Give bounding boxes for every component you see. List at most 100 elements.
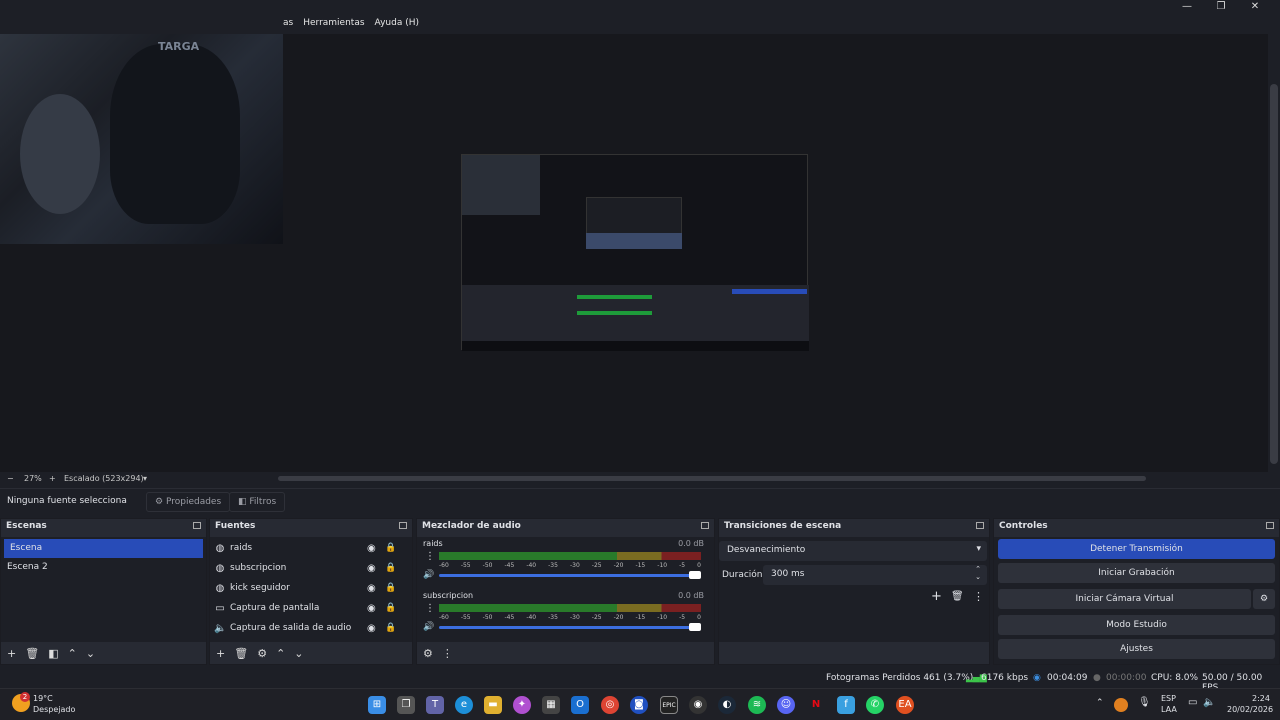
spotify-icon[interactable]: ≋ <box>748 696 766 714</box>
preview-canvas[interactable]: TARGA <box>0 34 1268 472</box>
gear-icon[interactable]: ⚙ <box>1253 589 1275 609</box>
chrome-icon[interactable]: ◎ <box>601 696 619 714</box>
eye-icon[interactable]: ◉ <box>367 583 376 594</box>
spinner-icon[interactable]: ⌃ ⌄ <box>975 565 981 581</box>
lock-icon[interactable]: 🔒 <box>385 623 396 633</box>
undock-icon[interactable] <box>701 522 709 529</box>
obs-icon[interactable]: ◉ <box>689 696 707 714</box>
ea-icon[interactable]: EA <box>896 696 914 714</box>
filter-icon[interactable]: ◧ <box>48 647 58 660</box>
add-icon[interactable]: + <box>7 647 16 660</box>
start-recording-button[interactable]: Iniciar Grabación <box>998 563 1275 583</box>
outlook-icon[interactable]: O <box>571 696 589 714</box>
volume-slider-handle[interactable] <box>689 571 701 579</box>
more-options-icon[interactable]: ⋮ <box>973 590 984 603</box>
app-icon[interactable]: ◙ <box>630 696 648 714</box>
discord-icon[interactable]: ☺ <box>777 696 795 714</box>
zoom-in-button[interactable]: + <box>49 474 56 483</box>
store-icon[interactable]: ▦ <box>542 696 560 714</box>
channel-name: subscripcion <box>423 591 474 600</box>
lock-icon[interactable]: 🔒 <box>385 583 396 593</box>
preview-vertical-scrollbar[interactable] <box>1268 34 1280 472</box>
maximize-button[interactable]: ❐ <box>1204 0 1238 14</box>
whatsapp-icon[interactable]: ✆ <box>866 696 884 714</box>
network-icon[interactable]: ▭ <box>1188 697 1197 708</box>
steam-icon[interactable]: ◐ <box>718 696 736 714</box>
menu-item-scenes-partial[interactable]: as <box>283 18 293 28</box>
scale-mode[interactable]: Escalado (523x294) <box>64 474 144 483</box>
move-down-icon[interactable]: ⌄ <box>86 647 95 660</box>
zoom-out-button[interactable]: − <box>7 474 14 483</box>
source-item[interactable]: ◍ kick seguidor ◉ 🔒 <box>210 578 412 598</box>
move-up-icon[interactable]: ⌃ <box>68 647 77 660</box>
clock-date[interactable]: 20/02/2026 <box>1227 705 1273 714</box>
eye-icon[interactable]: ◉ <box>367 603 376 614</box>
teams-icon[interactable]: T <box>426 696 444 714</box>
source-item[interactable]: ◍ raids ◉ 🔒 <box>210 538 412 558</box>
lock-icon[interactable]: 🔒 <box>385 603 396 613</box>
undock-icon[interactable] <box>193 522 201 529</box>
stop-streaming-button[interactable]: Detener Transmisión <box>998 539 1275 559</box>
move-up-icon[interactable]: ⌃ <box>276 647 285 660</box>
add-icon[interactable]: + <box>931 589 942 604</box>
scroll-thumb[interactable] <box>1270 84 1278 464</box>
advanced-audio-icon[interactable]: ⚙ <box>423 647 433 660</box>
tray-app-icon[interactable] <box>1114 698 1128 712</box>
undock-icon[interactable] <box>976 522 984 529</box>
start-virtual-camera-button[interactable]: Iniciar Cámara Virtual <box>998 589 1251 609</box>
speaker-icon[interactable]: 🔊 <box>423 622 434 632</box>
studio-mode-button[interactable]: Modo Estudio <box>998 615 1275 635</box>
edge-icon[interactable]: e <box>455 696 473 714</box>
chevron-up-icon[interactable]: ⌃ <box>1096 698 1104 708</box>
copilot-icon[interactable]: ✦ <box>513 696 531 714</box>
close-button[interactable]: ✕ <box>1238 0 1272 14</box>
duration-input[interactable]: 300 ms ⌃ ⌄ <box>763 565 987 585</box>
source-item[interactable]: ◍ subscripcion ◉ 🔒 <box>210 558 412 578</box>
source-item[interactable]: 🔈 Captura de salida de audio ◉ 🔒 <box>210 618 412 638</box>
scale-dropdown-icon[interactable]: ▾ <box>143 474 147 483</box>
minimize-button[interactable]: — <box>1170 0 1204 14</box>
filters-button[interactable]: ◧ Filtros <box>229 492 286 512</box>
language-layout[interactable]: LAA <box>1161 705 1177 714</box>
gear-icon[interactable]: ⚙ <box>257 647 267 660</box>
volume-slider-handle[interactable] <box>689 623 701 631</box>
scene-item[interactable]: Escena <box>4 539 203 558</box>
app-f-icon[interactable]: f <box>837 696 855 714</box>
volume-slider[interactable] <box>439 574 701 577</box>
add-icon[interactable]: + <box>216 647 225 660</box>
eye-icon[interactable]: ◉ <box>367 563 376 574</box>
epic-games-icon[interactable]: EPIC <box>660 696 678 714</box>
transition-select[interactable]: Desvanecimiento ▾ <box>719 541 987 561</box>
start-icon[interactable]: ⊞ <box>368 696 386 714</box>
task-view-icon[interactable]: ❐ <box>397 696 415 714</box>
netflix-icon[interactable]: N <box>807 696 825 714</box>
settings-button[interactable]: Ajustes <box>998 639 1275 659</box>
move-down-icon[interactable]: ⌄ <box>294 647 303 660</box>
preview-horizontal-scrollbar[interactable] <box>278 476 1146 481</box>
sources-toolbar: + 🗑 ⚙ ⌃ ⌄ <box>210 642 412 664</box>
file-explorer-icon[interactable]: ▬ <box>484 696 502 714</box>
source-item[interactable]: ▭ Captura de pantalla ◉ 🔒 <box>210 598 412 618</box>
volume-icon[interactable]: 🔈 <box>1203 697 1215 708</box>
microphone-icon[interactable]: 🎙 <box>1138 697 1151 708</box>
eye-icon[interactable]: ◉ <box>367 623 376 634</box>
undock-icon[interactable] <box>399 522 407 529</box>
trash-icon[interactable]: 🗑 <box>234 647 248 660</box>
scene-item[interactable]: Escena 2 <box>1 558 206 577</box>
more-options-icon[interactable]: ⋮ <box>425 551 435 562</box>
clock-time[interactable]: 2:24 <box>1252 694 1270 703</box>
speaker-icon[interactable]: 🔊 <box>423 570 434 580</box>
eye-icon[interactable]: ◉ <box>367 543 376 554</box>
volume-slider[interactable] <box>439 626 701 629</box>
properties-button[interactable]: ⚙ Propiedades <box>146 492 231 512</box>
menu-item-help[interactable]: Ayuda (H) <box>375 18 419 28</box>
trash-icon[interactable]: 🗑 <box>951 591 964 602</box>
undock-icon[interactable] <box>1266 522 1274 529</box>
language-code[interactable]: ESP <box>1161 694 1176 703</box>
more-options-icon[interactable]: ⋮ <box>442 647 453 660</box>
more-options-icon[interactable]: ⋮ <box>425 603 435 614</box>
menu-item-tools[interactable]: Herramientas <box>303 18 364 28</box>
trash-icon[interactable]: 🗑 <box>25 647 39 660</box>
lock-icon[interactable]: 🔒 <box>385 543 396 553</box>
lock-icon[interactable]: 🔒 <box>385 563 396 573</box>
